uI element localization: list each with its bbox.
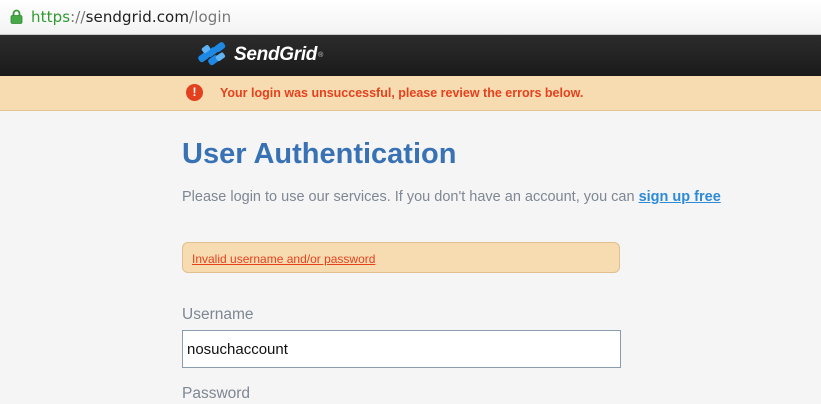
site-header: SendGrid ® <box>0 35 821 76</box>
username-input[interactable] <box>182 330 621 368</box>
error-box: Invalid username and/or password <box>182 242 620 273</box>
url-separator: :// <box>70 8 86 26</box>
sendgrid-logo-icon <box>198 42 226 66</box>
intro-text: Please login to use our services. If you… <box>182 189 721 205</box>
username-label: Username <box>182 306 254 323</box>
password-label: Password <box>182 385 251 402</box>
brand-name: SendGrid <box>234 44 318 65</box>
trademark-mark: ® <box>318 51 324 59</box>
sendgrid-logo[interactable]: SendGrid ® <box>196 40 323 70</box>
lock-icon <box>10 9 23 29</box>
signup-link[interactable]: sign up free <box>639 189 721 205</box>
error-message: Invalid username and/or password <box>192 252 376 266</box>
url-text[interactable]: https://sendgrid.com/login <box>31 8 231 26</box>
page-title: User Authentication <box>182 138 457 170</box>
address-bar[interactable]: https://sendgrid.com/login <box>0 0 821 35</box>
exclamation-icon: ! <box>186 84 203 101</box>
url-scheme: https <box>31 8 71 26</box>
error-banner-message: Your login was unsuccessful, please revi… <box>220 86 584 100</box>
url-path: /login <box>189 8 232 26</box>
intro-message: Please login to use our services. If you… <box>182 189 639 205</box>
url-host: sendgrid.com <box>85 8 190 26</box>
error-banner: ! Your login was unsuccessful, please re… <box>0 76 821 111</box>
